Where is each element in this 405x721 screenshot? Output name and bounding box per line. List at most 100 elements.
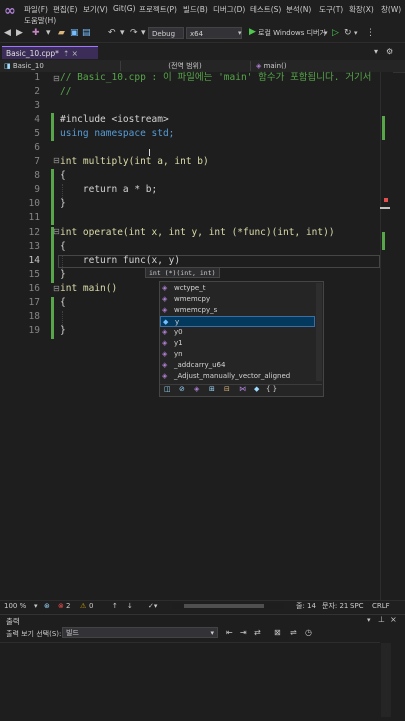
- menu-analyze[interactable]: 분석(N): [286, 4, 311, 15]
- code-line[interactable]: int main(): [60, 282, 117, 296]
- chevron-down-icon[interactable]: ▾: [34, 601, 38, 611]
- menu-extensions[interactable]: 확장(X): [349, 4, 374, 15]
- completion-item[interactable]: ◈ _Adjust_manually_vector_aligned: [160, 371, 315, 382]
- word-wrap-icon[interactable]: ⇌: [290, 628, 297, 637]
- chevron-down-icon[interactable]: ▾: [46, 28, 51, 38]
- tab-basic-10-cpp[interactable]: Basic_10.cpp* ⇡ ×: [2, 46, 98, 59]
- warning-count[interactable]: 0: [89, 601, 93, 611]
- line-indicator[interactable]: 줄: 14: [296, 601, 316, 611]
- chevron-down-icon[interactable]: ▾: [354, 28, 358, 38]
- completion-item[interactable]: ◈ wmemcpy_s: [160, 305, 315, 316]
- undo-icon[interactable]: ↶: [108, 28, 116, 38]
- close-icon[interactable]: ×: [390, 615, 397, 624]
- code-line[interactable]: }: [60, 197, 66, 211]
- completion-item[interactable]: ◈ _addcarry_u64: [160, 360, 315, 371]
- forward-icon[interactable]: ▶: [16, 28, 23, 38]
- play-icon[interactable]: ▶: [249, 27, 256, 37]
- code-line[interactable]: int multiply(int a, int b): [60, 155, 209, 169]
- refresh-icon[interactable]: ↻: [344, 28, 352, 38]
- code-line[interactable]: return a * b;: [60, 183, 157, 197]
- arrow-up-icon[interactable]: ↑: [112, 601, 118, 611]
- menu-git[interactable]: Git(G): [113, 4, 136, 13]
- output-source-select[interactable]: 빌드 ▾: [62, 627, 218, 638]
- code-line[interactable]: int operate(int x, int y, int (*func)(in…: [60, 226, 335, 240]
- tab-list-chevron-icon[interactable]: ▾: [374, 47, 378, 57]
- start-debugging-button[interactable]: 로컬 Windows 디버거: [258, 28, 326, 38]
- fold-toggle-icon[interactable]: ⊟: [53, 74, 60, 83]
- chevron-down-icon[interactable]: ▾: [120, 28, 125, 38]
- output-vertical-scrollbar[interactable]: [381, 643, 391, 717]
- menu-debug[interactable]: 디버그(D): [213, 4, 245, 15]
- fold-toggle-icon[interactable]: ⊟: [53, 284, 60, 293]
- code-line[interactable]: {: [60, 296, 66, 310]
- save-icon[interactable]: ▣: [70, 28, 79, 38]
- menu-test[interactable]: 테스트(S): [250, 4, 281, 15]
- line-ending-indicator[interactable]: CRLF: [372, 601, 390, 611]
- filter-variable-icon[interactable]: ◆: [254, 385, 259, 393]
- code-line-current[interactable]: return func(x, y): [60, 254, 180, 268]
- menu-window[interactable]: 창(W): [381, 4, 401, 15]
- completion-item[interactable]: ◈ yn: [160, 349, 315, 360]
- code-line[interactable]: {: [60, 240, 66, 254]
- redo-icon[interactable]: ↷: [130, 28, 138, 38]
- filter-struct-icon[interactable]: ⊞: [209, 385, 215, 393]
- fold-toggle-icon[interactable]: ⊟: [53, 156, 60, 165]
- settings-icon[interactable]: ⚙: [386, 47, 393, 57]
- menu-edit[interactable]: 편집(E): [53, 4, 77, 15]
- menu-build[interactable]: 빌드(B): [183, 4, 208, 15]
- menu-project[interactable]: 프로젝트(P): [139, 4, 177, 15]
- zoom-level[interactable]: 100 %: [4, 601, 26, 611]
- scope-dropdown[interactable]: (전역 범위): [120, 61, 251, 71]
- error-count[interactable]: 2: [66, 601, 70, 611]
- code-line[interactable]: {: [60, 169, 66, 183]
- menu-file[interactable]: 파일(F): [24, 4, 48, 15]
- code-line[interactable]: }: [60, 268, 66, 282]
- member-dropdown[interactable]: ◈ main(): [256, 61, 376, 71]
- menu-help[interactable]: 도움말(H): [24, 15, 56, 26]
- copilot-icon[interactable]: ⊛: [44, 601, 50, 611]
- completion-item[interactable]: ◈ y0: [160, 327, 315, 338]
- menu-view[interactable]: 보기(V): [83, 4, 108, 15]
- save-all-icon[interactable]: ▤: [82, 28, 91, 38]
- whitespace-indicator[interactable]: SPC: [350, 601, 364, 611]
- filter-namespace-icon[interactable]: ◫: [164, 385, 171, 393]
- code-line[interactable]: //: [60, 85, 71, 99]
- filter-macro-icon[interactable]: ⋈: [239, 385, 246, 393]
- chevron-down-icon[interactable]: ▾: [324, 28, 328, 38]
- open-folder-icon[interactable]: ▰: [58, 28, 65, 38]
- completion-item-selected[interactable]: ◆ y: [160, 316, 315, 327]
- warning-icon[interactable]: ⚠: [80, 601, 86, 611]
- code-line[interactable]: }: [60, 324, 66, 338]
- chevron-down-icon[interactable]: ▾: [238, 28, 242, 38]
- output-text-area[interactable]: [0, 642, 380, 719]
- filter-enum-icon[interactable]: ⊟: [224, 385, 230, 393]
- completion-item[interactable]: ◈ wmemcpy: [160, 294, 315, 305]
- column-indicator[interactable]: 문자: 21: [322, 601, 348, 611]
- next-message-icon[interactable]: ⇄: [254, 628, 261, 637]
- project-dropdown[interactable]: ◨ Basic_10: [4, 61, 121, 71]
- clock-icon[interactable]: ◷: [305, 628, 312, 637]
- arrow-down-icon[interactable]: ↓: [127, 601, 133, 611]
- solution-config-select[interactable]: Debug ▾: [148, 27, 184, 50]
- editor-vertical-scrollbar[interactable]: [380, 72, 393, 600]
- new-project-icon[interactable]: ✚: [32, 28, 40, 38]
- completion-item[interactable]: ◈ y1: [160, 338, 315, 349]
- code-line[interactable]: // Basic_10.cpp : 이 파일에는 'main' 함수가 포함됩니…: [60, 71, 371, 85]
- code-cleanup-icon[interactable]: ✓▾: [148, 601, 157, 611]
- pin-icon[interactable]: ⊥: [378, 615, 385, 624]
- chevron-down-icon[interactable]: ▾: [367, 616, 371, 624]
- clear-all-icon[interactable]: ⊠: [274, 628, 281, 637]
- code-line[interactable]: using namespace std;: [60, 127, 174, 141]
- filter-snippet-icon[interactable]: { }: [266, 385, 277, 393]
- filter-function-icon[interactable]: ◈: [194, 385, 199, 393]
- completion-item[interactable]: ◈ wctype_t: [160, 283, 315, 294]
- find-message-icon[interactable]: ⇤: [226, 628, 233, 637]
- back-icon[interactable]: ◀: [4, 28, 11, 38]
- filter-class-icon[interactable]: ⊘: [179, 385, 185, 393]
- overflow-icon[interactable]: ⋮: [366, 28, 375, 38]
- fold-toggle-icon[interactable]: ⊟: [53, 227, 60, 236]
- horizontal-scrollbar-thumb[interactable]: [184, 604, 264, 608]
- error-icon[interactable]: ⊗: [58, 601, 64, 611]
- previous-message-icon[interactable]: ⇥: [240, 628, 247, 637]
- platform-select[interactable]: x64: [186, 27, 242, 39]
